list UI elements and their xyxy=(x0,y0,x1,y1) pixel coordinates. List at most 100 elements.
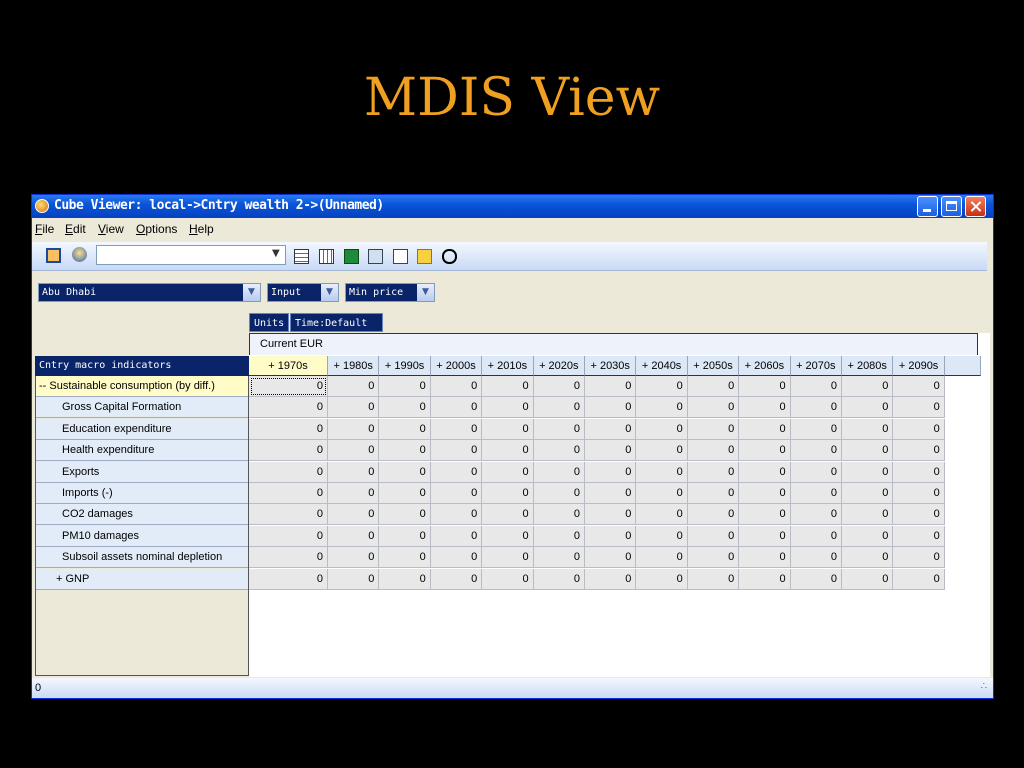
table-cell[interactable]: 0 xyxy=(430,461,483,483)
table-cell[interactable]: 0 xyxy=(379,397,431,419)
chevron-down-icon[interactable]: ▼ xyxy=(272,248,280,259)
calculator-icon[interactable] xyxy=(319,249,334,264)
table-cell[interactable]: 0 xyxy=(790,568,842,590)
table-cell[interactable]: 0 xyxy=(249,397,328,419)
column-group-header[interactable]: Current EUR xyxy=(249,333,978,355)
table-cell[interactable]: 0 xyxy=(687,418,740,440)
table-cell[interactable]: 0 xyxy=(379,504,431,526)
table-cell[interactable]: 0 xyxy=(739,418,791,440)
table-cell[interactable]: 0 xyxy=(430,568,483,590)
table-cell[interactable]: 0 xyxy=(893,376,945,397)
table-cell[interactable]: 0 xyxy=(482,376,534,397)
table-cell[interactable]: 0 xyxy=(739,547,791,569)
recalculate-icon[interactable] xyxy=(294,249,309,264)
column-header[interactable]: + 2020s xyxy=(533,356,585,376)
table-cell[interactable]: 0 xyxy=(533,440,585,462)
table-cell[interactable]: 0 xyxy=(533,547,585,569)
toolbar-combo[interactable] xyxy=(96,245,286,265)
menu-edit[interactable]: Edit xyxy=(65,222,86,236)
table-cell[interactable]: 0 xyxy=(249,418,328,440)
table-cell[interactable]: 0 xyxy=(533,483,585,504)
table-cell[interactable]: 0 xyxy=(585,547,637,569)
table-cell[interactable]: 0 xyxy=(687,504,740,526)
table-cell[interactable]: 0 xyxy=(249,504,328,526)
table-cell[interactable]: 0 xyxy=(585,483,637,504)
menu-view[interactable]: View xyxy=(98,222,124,236)
table-cell[interactable]: 0 xyxy=(533,418,585,440)
table-cell[interactable]: 0 xyxy=(790,461,842,483)
chevron-down-icon[interactable]: ▼ xyxy=(321,284,338,301)
table-cell[interactable]: 0 xyxy=(585,376,637,397)
table-cell[interactable]: 0 xyxy=(379,525,431,547)
table-cell[interactable]: 0 xyxy=(328,418,380,440)
column-header[interactable]: + 2070s xyxy=(790,356,842,376)
table-cell[interactable]: 0 xyxy=(636,376,688,397)
table-cell[interactable]: 0 xyxy=(379,376,431,397)
units-dimension-chip[interactable]: Units xyxy=(249,313,289,332)
table-cell[interactable]: 0 xyxy=(893,568,945,590)
table-cell[interactable]: 0 xyxy=(533,525,585,547)
table-cell[interactable]: 0 xyxy=(249,461,328,483)
time-dimension-chip[interactable]: Time:Default xyxy=(290,313,383,332)
row-header[interactable]: Exports xyxy=(36,461,248,483)
table-cell[interactable]: 0 xyxy=(328,376,380,397)
column-header[interactable]: + 1990s xyxy=(379,356,431,376)
table-cell[interactable]: 0 xyxy=(739,461,791,483)
table-cell[interactable]: 0 xyxy=(636,440,688,462)
table-cell[interactable]: 0 xyxy=(739,440,791,462)
edit-icon[interactable] xyxy=(393,249,408,264)
row-dimension-header[interactable]: Cntry macro indicators xyxy=(35,356,249,376)
table-cell[interactable]: 0 xyxy=(585,440,637,462)
sheet-icon[interactable] xyxy=(368,249,383,264)
table-cell[interactable]: 0 xyxy=(636,397,688,419)
table-cell[interactable]: 0 xyxy=(790,440,842,462)
table-cell[interactable]: 0 xyxy=(482,483,534,504)
excel-export-icon[interactable] xyxy=(344,249,359,264)
table-cell[interactable]: 0 xyxy=(842,376,894,397)
row-header[interactable]: Subsoil assets nominal depletion xyxy=(36,547,248,569)
minimize-icon[interactable] xyxy=(917,196,938,217)
table-cell[interactable]: 0 xyxy=(687,525,740,547)
table-cell[interactable]: 0 xyxy=(842,504,894,526)
table-cell[interactable]: 0 xyxy=(739,525,791,547)
table-cell[interactable]: 0 xyxy=(430,397,483,419)
column-header[interactable]: + 1970s xyxy=(249,356,328,376)
table-cell[interactable]: 0 xyxy=(249,440,328,462)
table-cell[interactable]: 0 xyxy=(379,568,431,590)
table-cell[interactable]: 0 xyxy=(379,483,431,504)
column-header[interactable]: + 2040s xyxy=(636,356,688,376)
table-cell[interactable]: 0 xyxy=(636,568,688,590)
table-cell[interactable]: 0 xyxy=(328,440,380,462)
table-cell[interactable]: 0 xyxy=(533,568,585,590)
table-cell[interactable]: 0 xyxy=(430,525,483,547)
menu-options[interactable]: Options xyxy=(136,222,177,236)
table-cell[interactable]: 0 xyxy=(430,504,483,526)
table-cell[interactable]: 0 xyxy=(893,547,945,569)
row-header[interactable]: + GNP xyxy=(36,568,248,590)
resize-grip-icon[interactable]: ∴ xyxy=(981,681,987,692)
table-cell[interactable]: 0 xyxy=(842,525,894,547)
table-cell[interactable]: 0 xyxy=(893,461,945,483)
table-cell[interactable]: 0 xyxy=(430,483,483,504)
table-cell[interactable]: 0 xyxy=(430,418,483,440)
column-header[interactable]: + 2080s xyxy=(842,356,894,376)
row-header[interactable]: Gross Capital Formation xyxy=(36,397,248,419)
table-cell[interactable]: 0 xyxy=(585,418,637,440)
table-cell[interactable]: 0 xyxy=(328,568,380,590)
table-cell[interactable]: 0 xyxy=(687,483,740,504)
table-cell[interactable]: 0 xyxy=(430,376,483,397)
column-header[interactable]: + 1980s xyxy=(328,356,380,376)
recalculate-icon[interactable] xyxy=(72,247,87,262)
table-cell[interactable]: 0 xyxy=(533,397,585,419)
table-cell[interactable]: 0 xyxy=(739,483,791,504)
table-cell[interactable]: 0 xyxy=(482,504,534,526)
table-cell[interactable]: 0 xyxy=(842,461,894,483)
table-cell[interactable]: 0 xyxy=(379,418,431,440)
window-titlebar[interactable]: Cube Viewer: local->Cntry wealth 2->(Unn… xyxy=(32,195,993,218)
table-cell[interactable]: 0 xyxy=(687,397,740,419)
table-cell[interactable]: 0 xyxy=(249,547,328,569)
table-cell[interactable]: 0 xyxy=(687,440,740,462)
table-cell[interactable]: 0 xyxy=(482,547,534,569)
table-cell[interactable]: 0 xyxy=(328,483,380,504)
column-header[interactable]: + 2010s xyxy=(482,356,534,376)
